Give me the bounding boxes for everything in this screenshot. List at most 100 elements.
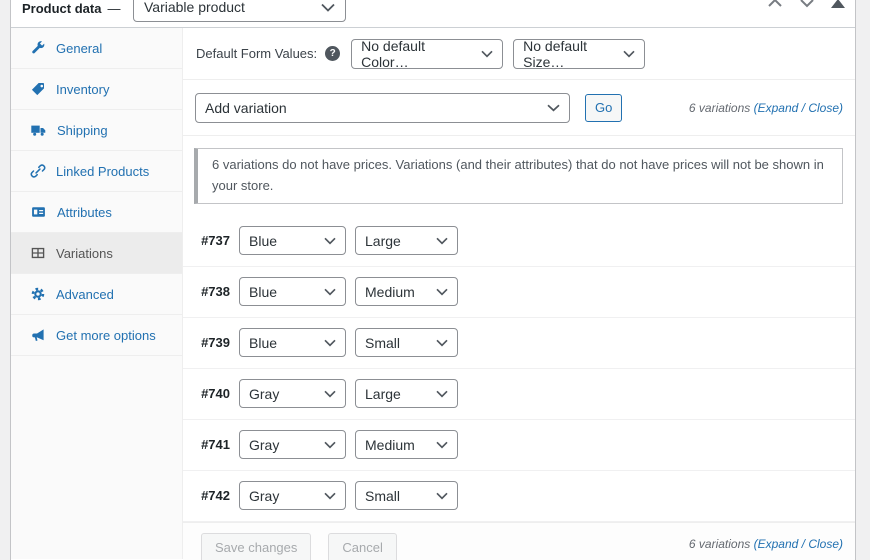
variation-color-select[interactable]: Gray xyxy=(239,430,346,460)
tab-linked-products[interactable]: Linked Products xyxy=(11,151,182,192)
paren-close: ) xyxy=(839,536,843,551)
chevron-down-icon xyxy=(321,0,335,15)
variation-size-value: Small xyxy=(365,334,401,351)
variation-size-select[interactable]: Small xyxy=(355,481,458,511)
tab-label: Linked Products xyxy=(56,163,150,179)
tab-variations[interactable]: Variations xyxy=(11,233,182,274)
go-button[interactable]: Go xyxy=(585,93,623,122)
variation-color-value: Gray xyxy=(249,487,280,504)
variation-color-select[interactable]: Blue xyxy=(239,277,346,307)
default-size-value: No default Size… xyxy=(523,37,587,70)
variations-summary-top: 6 variations (Expand / Close) xyxy=(689,101,843,115)
save-changes-button[interactable]: Save changes xyxy=(201,532,312,560)
variation-size-select[interactable]: Medium xyxy=(355,277,458,307)
close-link[interactable]: Close xyxy=(808,537,839,551)
chevron-down-icon xyxy=(547,104,560,112)
close-link[interactable]: Close xyxy=(808,101,839,115)
default-size-select[interactable]: No default Size… xyxy=(513,37,646,70)
add-variation-value: Add variation xyxy=(205,99,287,116)
help-icon[interactable]: ? xyxy=(325,46,341,61)
variation-size-value: Large xyxy=(365,232,401,249)
megaphone-icon xyxy=(32,329,44,341)
tab-general[interactable]: General xyxy=(11,28,182,69)
variation-color-select[interactable]: Blue xyxy=(239,226,346,256)
title-dash: — xyxy=(107,1,121,16)
tab-label: Variations xyxy=(56,245,113,261)
add-variation-select[interactable]: Add variation xyxy=(195,92,570,123)
variations-summary-bottom: 6 variations (Expand / Close) xyxy=(689,537,843,551)
product-type-select[interactable]: Variable product xyxy=(133,0,346,22)
product-data-metabox: Product data — Variable product General xyxy=(10,0,856,560)
no-prices-notice: 6 variations do not have prices. Variati… xyxy=(194,148,843,204)
wrench-icon xyxy=(32,41,45,54)
variation-id: #741 xyxy=(201,437,230,453)
gear-icon xyxy=(31,287,45,301)
chevron-down-icon xyxy=(436,492,448,500)
product-data-title: Product data xyxy=(22,1,102,16)
chevron-down-icon xyxy=(324,492,336,500)
separator: / xyxy=(798,536,809,551)
chevron-down-icon xyxy=(324,441,336,449)
tab-label: Shipping xyxy=(57,122,108,138)
chevron-down-icon xyxy=(324,288,336,296)
variation-row: #741 Gray Medium xyxy=(183,420,855,471)
page-title: Product data — xyxy=(22,1,120,16)
variation-row: #739 Blue Small xyxy=(183,318,855,369)
paren-close: ) xyxy=(839,100,843,115)
chevron-down-icon xyxy=(436,288,448,296)
link-icon xyxy=(30,164,46,178)
metabox-order-up-icon[interactable] xyxy=(767,0,783,9)
expand-link[interactable]: Expand xyxy=(758,537,799,551)
variations-panel: Default Form Values: ? No default Color…… xyxy=(183,28,855,560)
variation-id: #740 xyxy=(201,386,230,402)
default-form-values-label: Default Form Values: xyxy=(196,46,318,61)
tab-label: Get more options xyxy=(56,327,156,343)
tab-inventory[interactable]: Inventory xyxy=(11,69,182,110)
default-color-value: No default Color… xyxy=(361,37,425,70)
variation-id: #737 xyxy=(201,233,230,249)
tag-icon xyxy=(31,83,44,96)
tab-advanced[interactable]: Advanced xyxy=(11,274,182,315)
default-form-values-row: Default Form Values: ? No default Color…… xyxy=(183,28,855,80)
variation-color-select[interactable]: Gray xyxy=(239,379,346,409)
separator: / xyxy=(798,100,809,115)
tab-shipping[interactable]: Shipping xyxy=(11,110,182,151)
variation-row: #737 Blue Large xyxy=(183,216,855,267)
summary-count: 6 variations xyxy=(688,100,754,115)
metabox-header: Product data — Variable product xyxy=(11,0,855,28)
chevron-down-icon xyxy=(436,237,448,245)
chevron-down-icon xyxy=(436,390,448,398)
variation-id: #738 xyxy=(201,284,230,300)
tab-attributes[interactable]: Attributes xyxy=(11,192,182,233)
variation-color-value: Blue xyxy=(249,334,278,351)
variation-color-select[interactable]: Gray xyxy=(239,481,346,511)
variation-row: #738 Blue Medium xyxy=(183,267,855,318)
variation-size-select[interactable]: Large xyxy=(355,379,458,409)
default-color-select[interactable]: No default Color… xyxy=(351,37,504,70)
variation-size-value: Medium xyxy=(365,436,415,453)
tab-label: Inventory xyxy=(56,81,110,97)
cancel-button[interactable]: Cancel xyxy=(328,532,397,560)
variations-toolbar-top: Add variation Go 6 variations (Expand / … xyxy=(183,80,855,136)
chevron-down-icon xyxy=(324,390,336,398)
variations-toolbar-bottom: Save changes Cancel 6 variations (Expand… xyxy=(183,521,855,560)
card-icon xyxy=(32,207,45,217)
variation-size-select[interactable]: Large xyxy=(355,226,458,256)
variation-size-select[interactable]: Small xyxy=(355,328,458,358)
variation-color-value: Blue xyxy=(249,232,278,249)
variation-row: #740 Gray Large xyxy=(183,369,855,420)
variation-size-value: Medium xyxy=(365,283,415,300)
chevron-down-icon xyxy=(324,237,336,245)
variation-color-select[interactable]: Blue xyxy=(239,328,346,358)
notice-text: 6 variations do not have prices. Variati… xyxy=(212,157,824,193)
metabox-order-down-icon[interactable] xyxy=(799,0,815,9)
expand-link[interactable]: Expand xyxy=(758,101,799,115)
variation-id: #739 xyxy=(201,335,230,351)
variation-color-value: Gray xyxy=(249,385,280,402)
variation-size-select[interactable]: Medium xyxy=(355,430,458,460)
metabox-toggle-icon[interactable] xyxy=(831,0,845,8)
variation-color-value: Gray xyxy=(249,436,280,453)
chevron-down-icon xyxy=(324,339,336,347)
variation-id: #742 xyxy=(201,488,230,504)
tab-get-more-options[interactable]: Get more options xyxy=(11,315,182,356)
